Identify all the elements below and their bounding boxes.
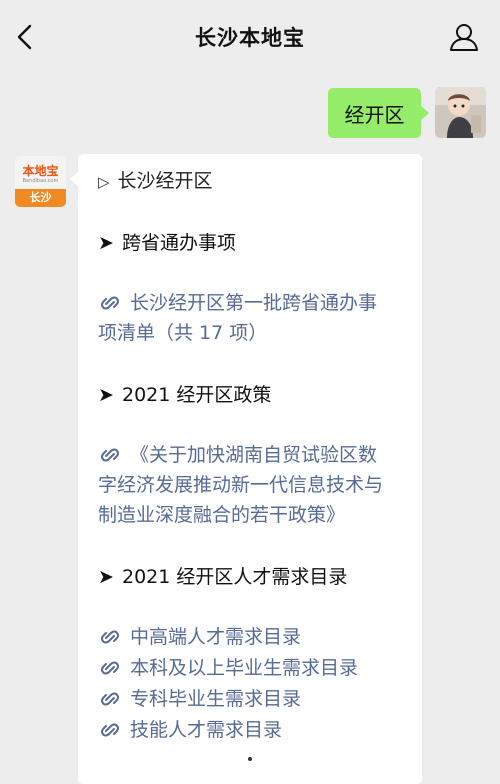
my-avatar[interactable]: [435, 87, 486, 138]
play-triangle-icon: ▷: [98, 173, 110, 191]
link-item[interactable]: 中高端人才需求目录: [98, 622, 418, 652]
logo-text: 本地宝: [22, 164, 59, 178]
arrow-icon: ➤: [98, 232, 114, 254]
logo-site-text: Bendibao.com: [22, 178, 59, 184]
link-item[interactable]: 专科毕业生需求目录: [98, 684, 418, 714]
scroll-dot: [248, 757, 252, 761]
link-item[interactable]: 技能人才需求目录: [98, 715, 418, 745]
section-heading: ➤ 2021 经开区人才需求目录: [98, 562, 418, 592]
top-bar: 长沙本地宝: [0, 0, 500, 72]
arrow-icon: ➤: [98, 566, 114, 588]
reply-heading: ▷ 长沙经开区: [98, 170, 213, 192]
link-item[interactable]: 长沙经开区第一批跨省通办事 项清单（共 17 项）: [98, 288, 418, 348]
logo-city-text: 长沙: [15, 189, 66, 207]
person-icon[interactable]: [448, 21, 480, 53]
link-icon: [100, 630, 120, 644]
baby-photo-icon: [435, 87, 486, 138]
outgoing-message[interactable]: 经开区: [328, 88, 429, 138]
link-icon: [100, 723, 120, 737]
link-item[interactable]: 本科及以上毕业生需求目录: [98, 653, 418, 683]
section-heading: ➤ 跨省通办事项: [98, 228, 418, 258]
chat-title: 长沙本地宝: [195, 26, 305, 50]
incoming-message: ▷ 长沙经开区 ➤ 跨省通办事项 长沙经开区第一批跨省通办事 项清单（共 17 项）…: [70, 154, 422, 784]
section-heading: ➤ 2021 经开区政策: [98, 380, 418, 410]
link-icon: [100, 661, 120, 675]
bot-avatar[interactable]: 本地宝 Bendibao.com 长沙: [15, 156, 66, 207]
link-item[interactable]: 《关于加快湖南自贸试验区数 字经济发展推动新一代信息技术与 制造业深度融合的若干…: [98, 440, 418, 530]
link-icon: [100, 296, 120, 310]
arrow-icon: ➤: [98, 384, 114, 406]
link-icon: [100, 448, 120, 462]
link-icon: [100, 692, 120, 706]
